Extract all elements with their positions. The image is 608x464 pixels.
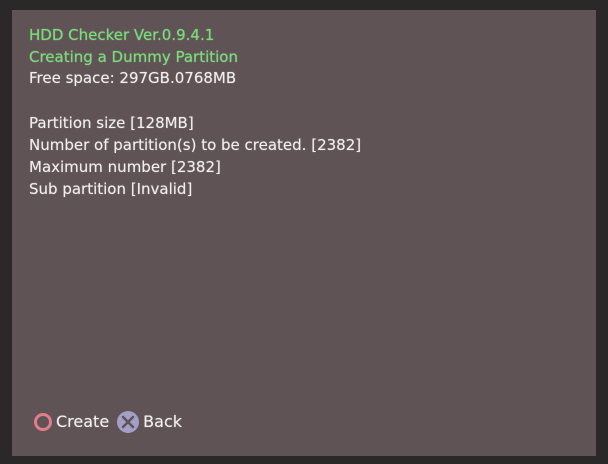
free-space-readout: Free space: 297GB.0768MB (29, 69, 237, 87)
create-button[interactable]: Create (34, 411, 109, 433)
button-hints: Create Back (34, 410, 190, 434)
screen: HDD Checker Ver.0.9.4.1 Creating a Dummy… (12, 10, 596, 456)
partition-size: Partition size [128MB] (29, 114, 194, 132)
create-label: Create (56, 412, 110, 431)
back-button[interactable]: Back (117, 411, 182, 433)
partitions-to-create: Number of partition(s) to be created. [2… (29, 136, 362, 154)
partition-info: Partition size [128MB] Number of partiti… (29, 112, 361, 200)
sub-partition: Sub partition [Invalid] (29, 180, 193, 198)
app-title: HDD Checker Ver.0.9.4.1 (29, 26, 215, 44)
screen-subtitle: Creating a Dummy Partition (29, 48, 238, 66)
back-label: Back (143, 412, 183, 431)
maximum-number: Maximum number [2382] (29, 158, 221, 176)
cross-button-icon (117, 411, 140, 433)
circle-button-icon (34, 413, 52, 431)
